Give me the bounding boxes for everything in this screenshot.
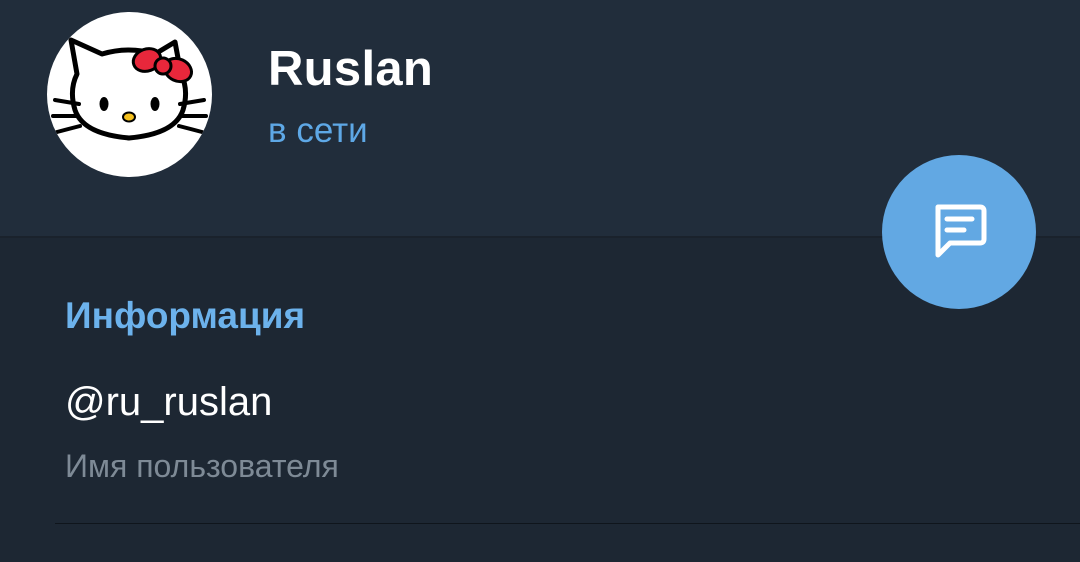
profile-avatar[interactable] bbox=[47, 12, 212, 177]
profile-name: Ruslan bbox=[268, 42, 434, 96]
send-message-button[interactable] bbox=[882, 155, 1036, 309]
username-label: Имя пользователя bbox=[65, 448, 339, 484]
message-icon bbox=[935, 204, 987, 258]
username-value[interactable]: @ru_ruslan bbox=[65, 378, 272, 426]
online-status: в сети bbox=[268, 111, 368, 150]
info-section-title: Информация bbox=[65, 295, 306, 336]
row-divider bbox=[55, 523, 1080, 524]
hello-kitty-avatar-icon bbox=[51, 37, 208, 141]
